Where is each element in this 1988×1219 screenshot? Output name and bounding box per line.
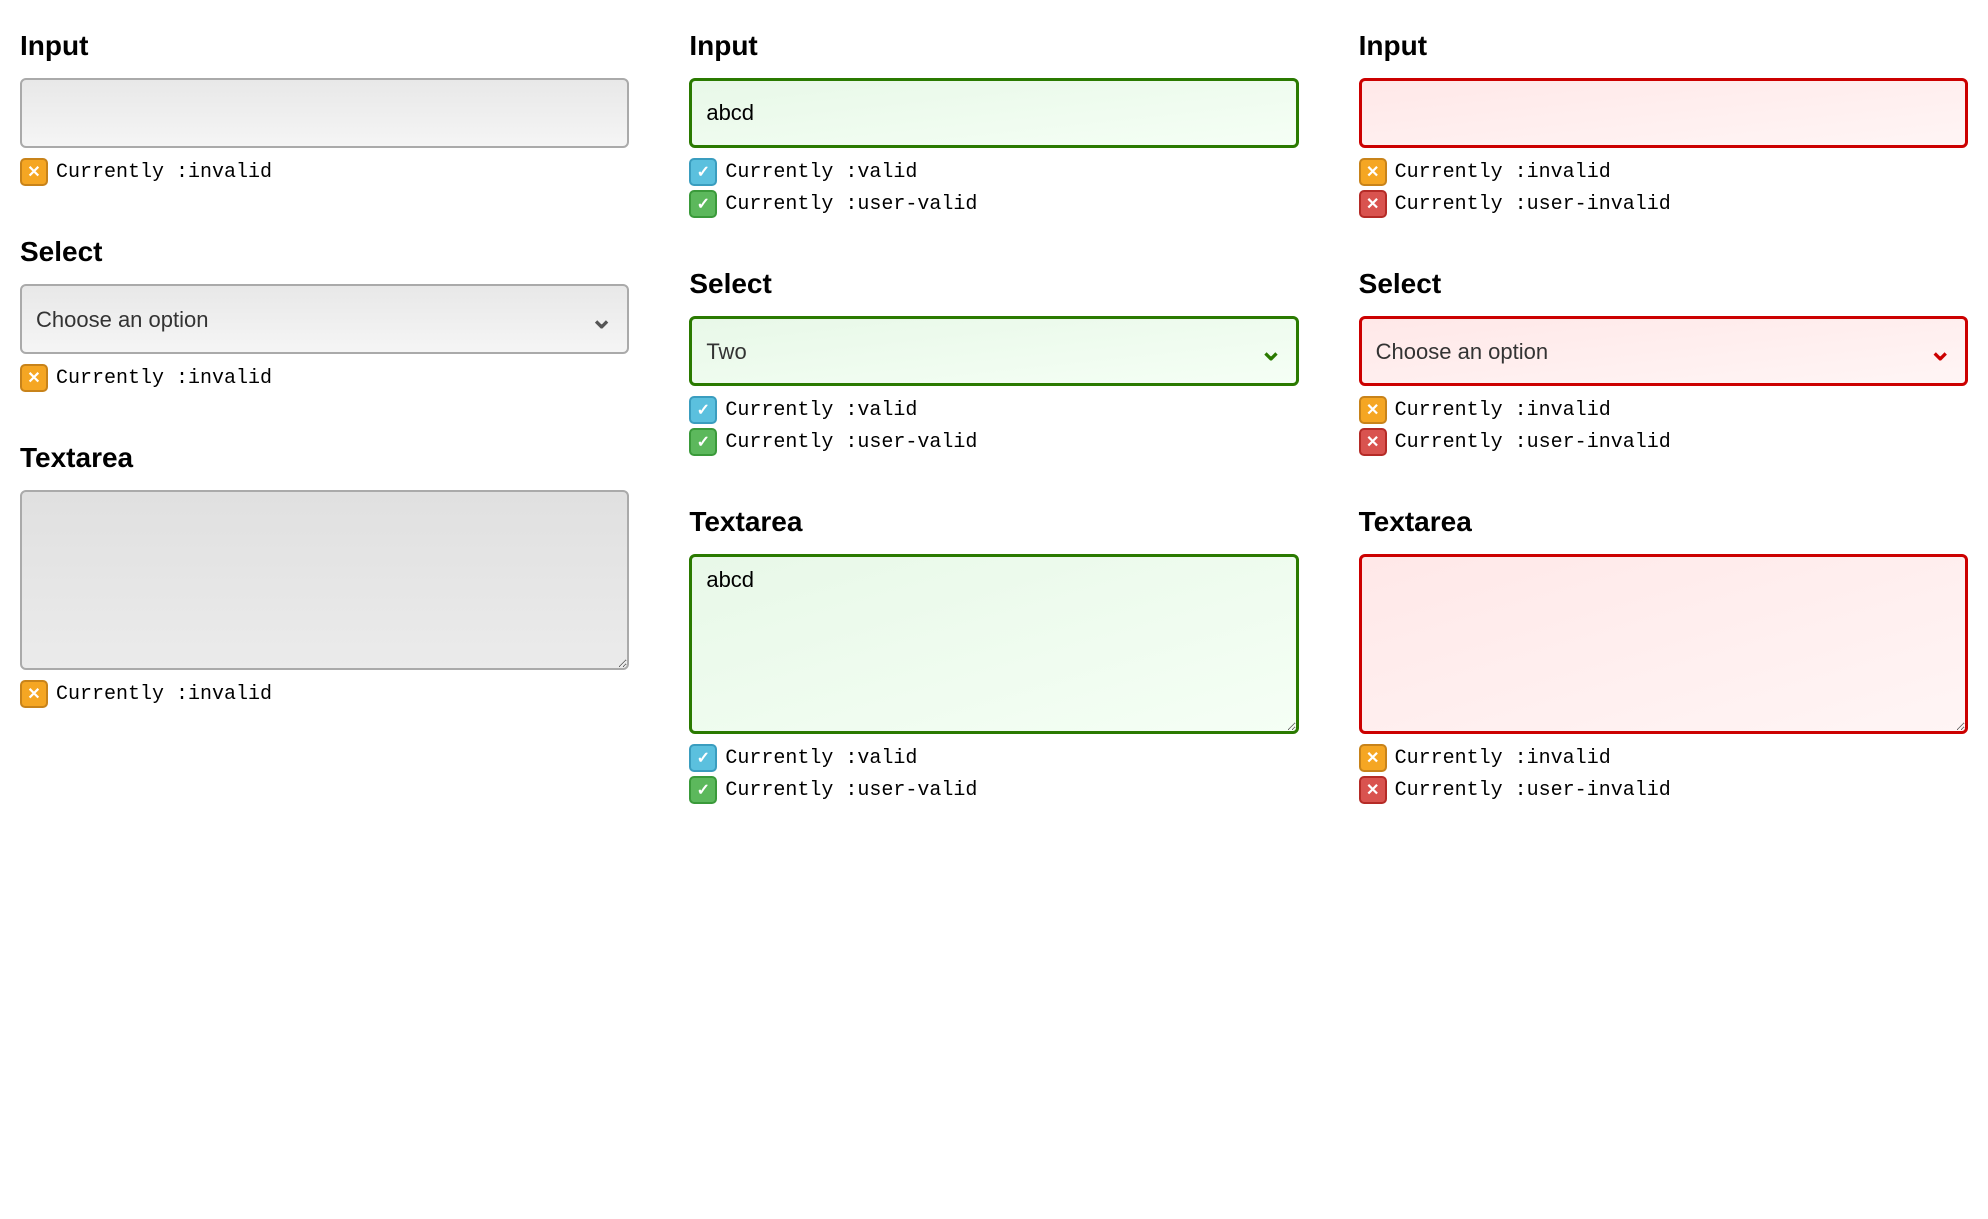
status-badge-orange xyxy=(20,364,48,392)
column-col-neutral: Input Currently :invalid Select Choose an o… xyxy=(20,30,629,804)
select-field-col-neutral[interactable]: Choose an optionOneTwoThree xyxy=(20,284,629,354)
status-badge-red xyxy=(1359,428,1387,456)
status-item-col-invalid-select-0: Currently :invalid xyxy=(1359,396,1968,424)
status-item-col-valid-input-1: Currently :user-valid xyxy=(689,190,1298,218)
status-text: Currently :valid xyxy=(725,747,917,770)
status-badge-orange xyxy=(1359,158,1387,186)
status-text: Currently :user-invalid xyxy=(1395,431,1671,454)
column-col-valid: Input Currently :valid Currently :user-val… xyxy=(689,30,1298,804)
status-text: Currently :invalid xyxy=(1395,399,1611,422)
main-grid: Input Currently :invalid Select Choose an o… xyxy=(20,30,1968,804)
status-item-col-neutral-textarea-0: Currently :invalid xyxy=(20,680,629,708)
column-col-invalid: Input Currently :invalid Currently :user-i… xyxy=(1359,30,1968,804)
status-badge-green xyxy=(689,776,717,804)
cell-col-neutral-textarea: Textarea Currently :invalid xyxy=(20,442,629,708)
section-title-select: Select xyxy=(689,268,1298,300)
section-title-select: Select xyxy=(20,236,629,268)
status-list-col-invalid-input: Currently :invalid Currently :user-invali… xyxy=(1359,158,1968,218)
section-title-textarea: Textarea xyxy=(689,506,1298,538)
input-field-col-invalid[interactable] xyxy=(1359,78,1968,148)
status-item-col-valid-textarea-1: Currently :user-valid xyxy=(689,776,1298,804)
cell-col-valid-input: Input Currently :valid Currently :user-val… xyxy=(689,30,1298,218)
input-field-col-valid[interactable] xyxy=(689,78,1298,148)
input-field-col-neutral[interactable] xyxy=(20,78,629,148)
select-field-col-invalid[interactable]: Choose an optionOneTwoThree xyxy=(1359,316,1968,386)
status-text: Currently :invalid xyxy=(56,683,272,706)
status-badge-blue xyxy=(689,744,717,772)
select-wrapper-col-invalid: Choose an optionOneTwoThree⌄ xyxy=(1359,316,1968,386)
status-item-col-invalid-textarea-1: Currently :user-invalid xyxy=(1359,776,1968,804)
cell-col-neutral-select: Select Choose an optionOneTwoThree⌄ Curren… xyxy=(20,236,629,392)
section-title-input: Input xyxy=(689,30,1298,62)
status-list-col-neutral-input: Currently :invalid xyxy=(20,158,629,186)
status-item-col-neutral-input-0: Currently :invalid xyxy=(20,158,629,186)
status-item-col-invalid-input-1: Currently :user-invalid xyxy=(1359,190,1968,218)
status-badge-orange xyxy=(1359,396,1387,424)
status-list-col-valid-select: Currently :valid Currently :user-valid xyxy=(689,396,1298,456)
section-title-select: Select xyxy=(1359,268,1968,300)
status-text: Currently :user-valid xyxy=(725,779,977,802)
status-list-col-valid-input: Currently :valid Currently :user-valid xyxy=(689,158,1298,218)
status-text: Currently :valid xyxy=(725,399,917,422)
status-text: Currently :invalid xyxy=(56,367,272,390)
status-text: Currently :invalid xyxy=(56,161,272,184)
status-text: Currently :invalid xyxy=(1395,747,1611,770)
status-item-col-valid-select-0: Currently :valid xyxy=(689,396,1298,424)
section-title-textarea: Textarea xyxy=(1359,506,1968,538)
section-title-input: Input xyxy=(20,30,629,62)
cell-col-neutral-input: Input Currently :invalid xyxy=(20,30,629,186)
status-badge-orange xyxy=(20,680,48,708)
status-list-col-neutral-textarea: Currently :invalid xyxy=(20,680,629,708)
status-list-col-invalid-textarea: Currently :invalid Currently :user-invali… xyxy=(1359,744,1968,804)
textarea-field-col-neutral[interactable] xyxy=(20,490,629,670)
cell-col-valid-textarea: Textarea Currently :valid Currently :user-… xyxy=(689,506,1298,804)
status-text: Currently :valid xyxy=(725,161,917,184)
select-wrapper-col-neutral: Choose an optionOneTwoThree⌄ xyxy=(20,284,629,354)
status-text: Currently :user-invalid xyxy=(1395,193,1671,216)
section-title-input: Input xyxy=(1359,30,1968,62)
section-title-textarea: Textarea xyxy=(20,442,629,474)
status-list-col-valid-textarea: Currently :valid Currently :user-valid xyxy=(689,744,1298,804)
status-list-col-invalid-select: Currently :invalid Currently :user-invali… xyxy=(1359,396,1968,456)
status-item-col-valid-textarea-0: Currently :valid xyxy=(689,744,1298,772)
status-list-col-neutral-select: Currently :invalid xyxy=(20,364,629,392)
status-item-col-invalid-input-0: Currently :invalid xyxy=(1359,158,1968,186)
select-wrapper-col-valid: Choose an optionOneTwoThree⌄ xyxy=(689,316,1298,386)
status-badge-blue xyxy=(689,396,717,424)
textarea-field-col-invalid[interactable] xyxy=(1359,554,1968,734)
status-badge-blue xyxy=(689,158,717,186)
status-text: Currently :invalid xyxy=(1395,161,1611,184)
textarea-field-col-valid[interactable] xyxy=(689,554,1298,734)
cell-col-invalid-input: Input Currently :invalid Currently :user-i… xyxy=(1359,30,1968,218)
select-field-col-valid[interactable]: Choose an optionOneTwoThree xyxy=(689,316,1298,386)
status-item-col-valid-input-0: Currently :valid xyxy=(689,158,1298,186)
cell-col-invalid-textarea: Textarea Currently :invalid Currently :use… xyxy=(1359,506,1968,804)
cell-col-valid-select: Select Choose an optionOneTwoThree⌄ Curren… xyxy=(689,268,1298,456)
status-badge-green xyxy=(689,428,717,456)
status-item-col-invalid-textarea-0: Currently :invalid xyxy=(1359,744,1968,772)
status-badge-orange xyxy=(1359,744,1387,772)
status-item-col-invalid-select-1: Currently :user-invalid xyxy=(1359,428,1968,456)
status-text: Currently :user-invalid xyxy=(1395,779,1671,802)
status-badge-red xyxy=(1359,190,1387,218)
status-badge-green xyxy=(689,190,717,218)
status-item-col-neutral-select-0: Currently :invalid xyxy=(20,364,629,392)
status-badge-red xyxy=(1359,776,1387,804)
status-item-col-valid-select-1: Currently :user-valid xyxy=(689,428,1298,456)
status-badge-orange xyxy=(20,158,48,186)
status-text: Currently :user-valid xyxy=(725,193,977,216)
status-text: Currently :user-valid xyxy=(725,431,977,454)
cell-col-invalid-select: Select Choose an optionOneTwoThree⌄ Curren… xyxy=(1359,268,1968,456)
